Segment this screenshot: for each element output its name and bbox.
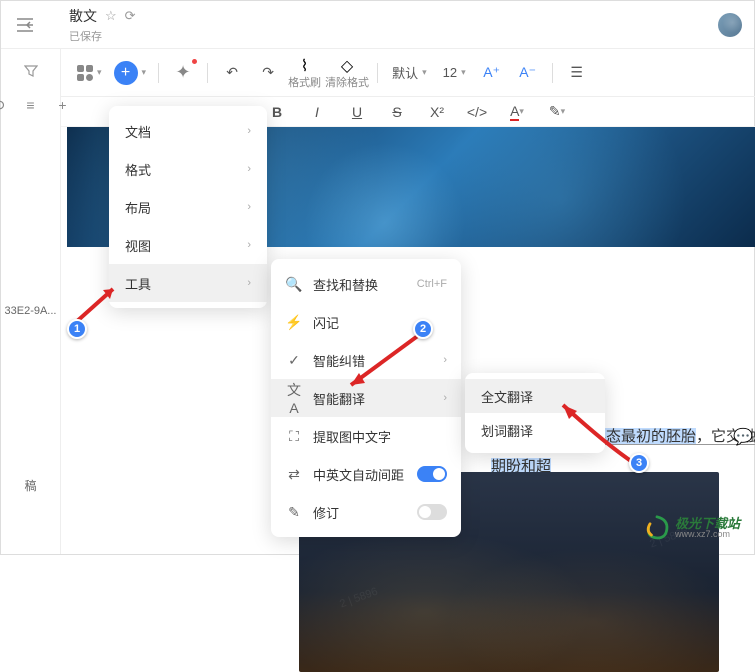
submenu-find-replace[interactable]: 🔍查找和替换Ctrl+F — [271, 265, 461, 303]
submenu-cn-en-spacing[interactable]: ⇄中英文自动间距 — [271, 455, 461, 493]
redo-button[interactable]: ↷ — [252, 57, 284, 89]
toggle-off — [417, 504, 447, 520]
ai-assist-icon[interactable]: ✦ — [167, 57, 199, 89]
star-icon[interactable]: ☆ — [105, 8, 117, 24]
code-button[interactable]: </> — [461, 96, 493, 128]
new-button[interactable]: +▾ — [110, 57, 151, 89]
annotation-badge-2: 2 — [413, 319, 433, 339]
menu-item-layout[interactable]: 布局› — [109, 188, 267, 226]
font-size-select[interactable]: 12▾ — [437, 65, 472, 80]
format-brush-button[interactable]: ⌇ 格式刷 — [288, 56, 321, 89]
cycle-icon[interactable]: ⟲ — [0, 91, 13, 119]
undo-button[interactable]: ↶ — [216, 57, 248, 89]
translate-submenu: 全文翻译 划词翻译 — [465, 373, 605, 453]
left-sidebar: ⟲ ≡ + 33E2-9A... 稿 — [1, 49, 61, 554]
submenu-revision[interactable]: ✎修订 — [271, 493, 461, 531]
font-increase-button[interactable]: A⁺ — [476, 57, 508, 89]
submenu-smart-correct[interactable]: ✓智能纠错› — [271, 341, 461, 379]
submenu-selection-translate[interactable]: 划词翻译 — [465, 413, 605, 447]
annotation-badge-3: 3 — [629, 453, 649, 473]
menu-item-tools[interactable]: 工具› — [109, 264, 267, 302]
check-icon: ✓ — [285, 352, 303, 369]
list-button[interactable]: ☰ — [561, 57, 593, 89]
font-family-select[interactable]: 默认▾ — [386, 63, 433, 82]
submenu-smart-translate[interactable]: 文A智能翻译› — [271, 379, 461, 417]
list-icon[interactable]: ≡ — [17, 91, 45, 119]
submenu-flash-note[interactable]: ⚡闪记 — [271, 303, 461, 341]
superscript-button[interactable]: X² — [421, 96, 453, 128]
watermark-logo: 极光下载站 www.xz7.com — [643, 514, 740, 542]
submenu-ocr[interactable]: ⛶提取图中文字 — [271, 417, 461, 455]
sidebar-draft-label[interactable]: 稿 — [24, 477, 36, 494]
highlight-button[interactable]: ✎▾ — [541, 96, 573, 128]
revise-icon: ✎ — [285, 504, 303, 521]
toolbar: ▾ +▾ ✦ ↶ ↷ ⌇ 格式刷 ◇ 清除格式 默认▾ 12▾ A⁺ A⁻ ☰ — [61, 49, 755, 97]
font-color-button[interactable]: A▾ — [501, 96, 533, 128]
user-avatar[interactable] — [718, 13, 742, 37]
collapse-sidebar-icon[interactable] — [13, 13, 37, 37]
italic-button[interactable]: I — [301, 96, 333, 128]
clear-format-button[interactable]: ◇ 清除格式 — [325, 56, 369, 89]
toggle-on — [417, 466, 447, 482]
underline-button[interactable]: U — [341, 96, 373, 128]
ocr-icon: ⛶ — [285, 428, 303, 445]
document-title: 散文 — [69, 6, 97, 26]
menu-item-view[interactable]: 视图› — [109, 226, 267, 264]
font-decrease-button[interactable]: A⁻ — [512, 57, 544, 89]
annotation-badge-1: 1 — [67, 319, 87, 339]
strike-button[interactable]: S — [381, 96, 413, 128]
title-bar: 散文 ☆ ⟳ 已保存 — [1, 1, 754, 49]
main-dropdown-menu: 文档› 格式› 布局› 视图› 工具› — [109, 106, 267, 308]
filter-icon[interactable] — [17, 57, 45, 85]
menu-item-format[interactable]: 格式› — [109, 150, 267, 188]
logo-swirl-icon — [643, 514, 671, 542]
flash-icon: ⚡ — [285, 314, 303, 331]
search-icon: 🔍 — [285, 276, 303, 293]
menu-item-document[interactable]: 文档› — [109, 112, 267, 150]
apps-button[interactable]: ▾ — [69, 57, 106, 89]
sync-icon[interactable]: ⟳ — [125, 8, 136, 24]
save-status: 已保存 — [69, 28, 136, 44]
comment-icon[interactable]: 💬 — [733, 427, 753, 447]
spacing-icon: ⇄ — [285, 466, 303, 483]
translate-icon: 文A — [285, 380, 303, 416]
sidebar-file-label[interactable]: 33E2-9A... — [5, 305, 57, 317]
tools-submenu: 🔍查找和替换Ctrl+F ⚡闪记 ✓智能纠错› 文A智能翻译› ⛶提取图中文字 … — [271, 259, 461, 537]
submenu-full-translate[interactable]: 全文翻译 — [465, 379, 605, 413]
